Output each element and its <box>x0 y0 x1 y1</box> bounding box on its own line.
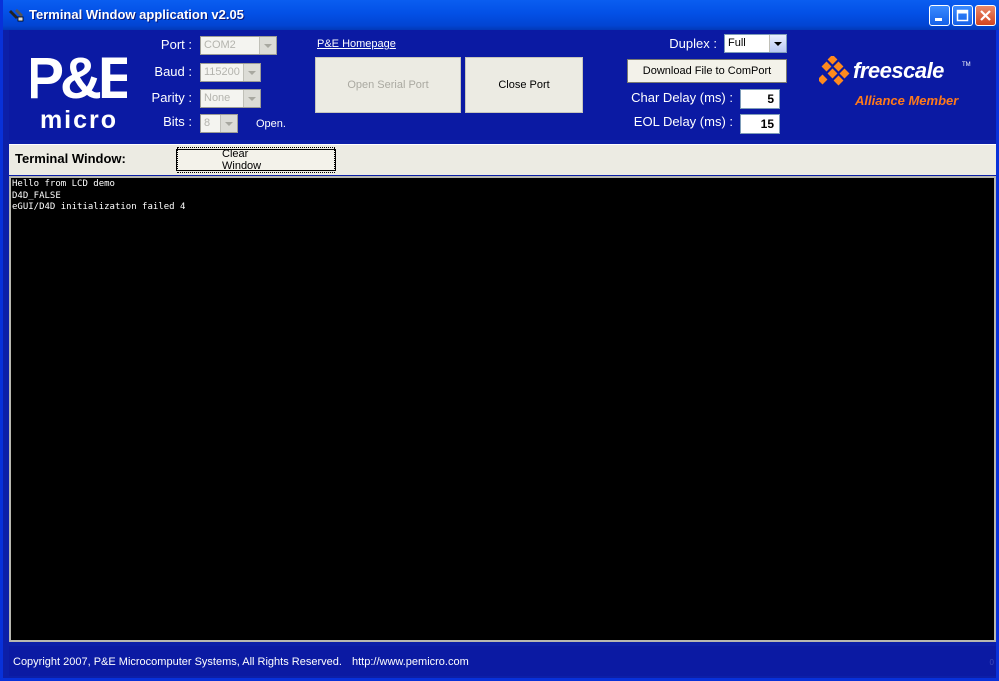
eol-delay-input[interactable]: 15 <box>740 114 780 134</box>
website-url: http://www.pemicro.com <box>352 656 469 668</box>
logo-line1: P&E <box>31 46 127 111</box>
terminal-line: eGUI/D4D initialization failed 4 <box>12 202 186 212</box>
maximize-icon <box>956 9 969 22</box>
terminal-line: Hello from LCD demo <box>12 179 115 189</box>
freescale-name: freescale <box>853 58 944 83</box>
baud-label: Baud : <box>154 64 192 79</box>
port-value: COM2 <box>204 39 236 51</box>
baud-select[interactable]: 115200 <box>200 63 261 82</box>
terminal-window-label: Terminal Window: <box>15 151 126 166</box>
clear-window-label: Clear Window <box>177 147 335 173</box>
title-bar[interactable]: Terminal Window application v2.05 <box>3 0 999 30</box>
chevron-down-icon <box>769 35 786 52</box>
logo-line2: micro <box>40 106 118 130</box>
minimize-icon <box>935 18 942 21</box>
copyright-text: Copyright 2007, P&E Microcomputer System… <box>13 656 342 668</box>
port-label: Port : <box>160 37 192 52</box>
terminal-output[interactable]: Hello from LCD demo D4D_FALSE eGUI/D4D i… <box>9 176 996 642</box>
corner-indicator: 0 <box>989 658 994 667</box>
app-icon <box>9 9 24 22</box>
port-select[interactable]: COM2 <box>200 36 277 55</box>
pe-micro-logo: P&E micro <box>31 46 127 130</box>
duplex-label: Duplex : <box>669 36 717 51</box>
parity-select[interactable]: None <box>200 89 261 108</box>
parity-value: None <box>204 92 231 104</box>
download-file-button[interactable]: Download File to ComPort <box>627 59 787 83</box>
open-serial-port-button[interactable]: Open Serial Port <box>315 57 461 113</box>
window-title: Terminal Window application v2.05 <box>29 7 244 22</box>
terminal-line: D4D_FALSE <box>12 190 61 201</box>
bits-select[interactable]: 8 <box>200 114 238 133</box>
baud-value: 115200 <box>204 66 240 78</box>
alliance-member-text: Alliance Member <box>855 93 959 108</box>
clear-window-button[interactable]: Clear Window <box>176 147 336 173</box>
chevron-down-icon <box>243 64 260 81</box>
freescale-tm: TM <box>962 62 971 68</box>
pe-homepage-link[interactable]: P&E Homepage <box>317 38 396 50</box>
close-icon <box>980 10 991 21</box>
close-port-button[interactable]: Close Port <box>465 57 583 113</box>
application-window: Terminal Window application v2.05 P&E mi… <box>0 0 999 681</box>
maximize-button[interactable] <box>952 5 973 26</box>
footer-bar: Copyright 2007, P&E Microcomputer System… <box>9 646 996 676</box>
duplex-select[interactable]: Full <box>724 34 787 53</box>
chevron-down-icon <box>220 115 237 132</box>
chevron-down-icon <box>243 90 260 107</box>
char-delay-label: Char Delay (ms) : <box>631 90 733 105</box>
settings-header: P&E micro Port : COM2 Baud : 115200 Pari… <box>9 30 996 140</box>
duplex-value: Full <box>728 37 746 49</box>
terminal-toolbar: Terminal Window: Clear Window <box>9 144 996 175</box>
freescale-alliance-logo: freescale TM Alliance Member <box>819 50 979 120</box>
chevron-down-icon <box>259 37 276 54</box>
bits-value: 8 <box>204 117 211 129</box>
char-delay-input[interactable]: 5 <box>740 89 780 109</box>
freescale-diamond-icon <box>819 56 850 86</box>
port-status: Open. <box>256 118 286 130</box>
eol-delay-label: EOL Delay (ms) : <box>633 114 733 129</box>
minimize-button[interactable] <box>929 5 950 26</box>
close-window-button[interactable] <box>975 5 996 26</box>
parity-label: Parity : <box>151 90 192 105</box>
bits-label: Bits : <box>163 114 192 129</box>
